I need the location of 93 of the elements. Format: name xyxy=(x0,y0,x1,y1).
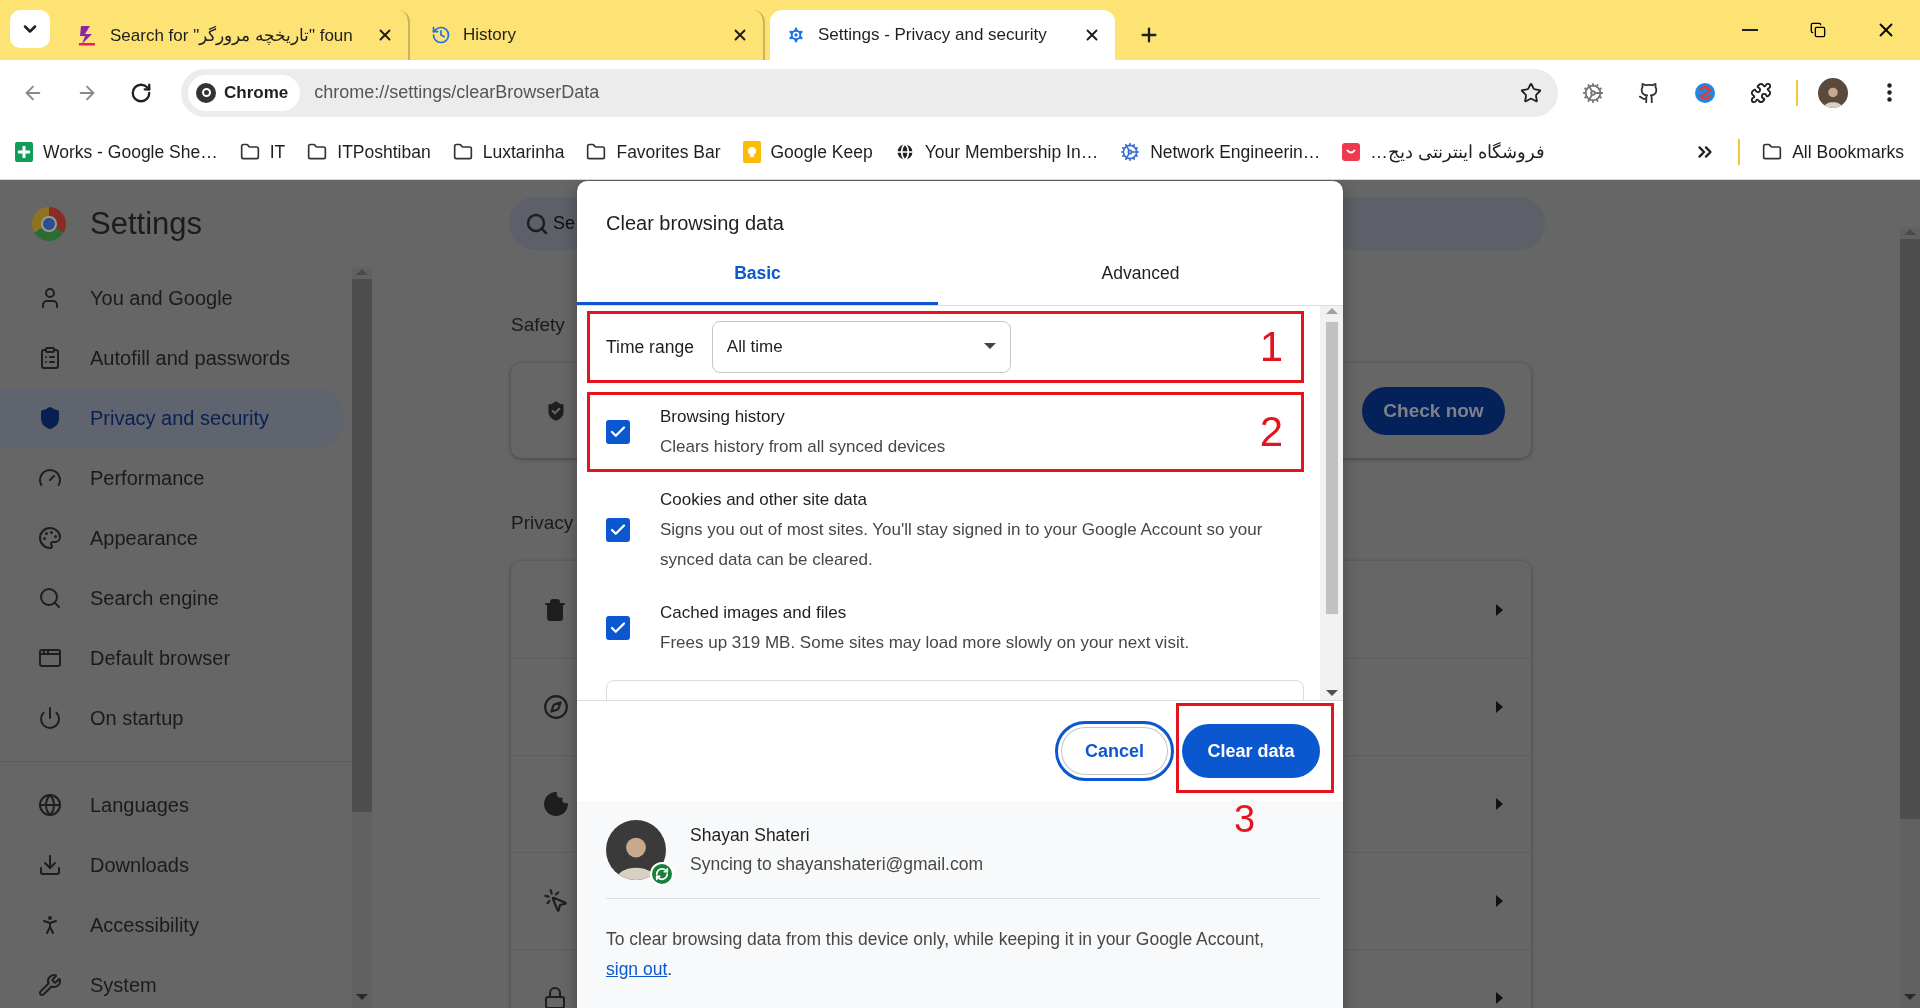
option-title: Cached images and files xyxy=(660,602,848,624)
option-description: Clears history from all synced devices xyxy=(660,436,947,458)
arrow-right-icon xyxy=(1493,992,1505,1004)
bookmark[interactable]: ITPoshtiban xyxy=(307,141,431,163)
reload-icon xyxy=(130,81,152,104)
palette-icon xyxy=(38,526,62,550)
section-heading: Safety xyxy=(511,313,565,337)
checkbox[interactable] xyxy=(606,616,630,640)
star-icon[interactable] xyxy=(1520,81,1542,104)
annotation-number: 2 xyxy=(1259,411,1283,453)
field-label: Time range xyxy=(606,336,694,358)
chrome-logo-icon xyxy=(32,207,66,241)
bookmark[interactable]: IT xyxy=(239,141,286,163)
site-chip[interactable]: Chrome xyxy=(188,74,301,111)
folder-icon xyxy=(239,142,260,162)
bookmark[interactable]: Favorites Bar xyxy=(586,141,721,163)
tab-title: Search for "تاریخچه مرورگر" foun xyxy=(110,24,354,46)
option-title: Cookies and other site data xyxy=(660,489,868,511)
tab-list-button[interactable] xyxy=(10,10,50,48)
url-text: chrome://settings/clearBrowserData xyxy=(314,82,601,103)
checkbox[interactable] xyxy=(606,420,630,444)
section-heading: Privacy xyxy=(511,511,574,535)
arrow-right-icon xyxy=(1493,895,1505,907)
bookmark[interactable]: Network Engineerin… xyxy=(1120,141,1321,163)
search-icon xyxy=(525,211,549,236)
checkbox[interactable] xyxy=(606,518,630,542)
folder-icon xyxy=(452,142,473,162)
globe-icon xyxy=(38,793,62,817)
swirl-logo-icon xyxy=(1694,81,1716,104)
history-icon xyxy=(431,25,451,45)
download-icon xyxy=(38,853,62,877)
annotation-number: 3 xyxy=(1234,800,1256,838)
cancel-button[interactable]: Cancel xyxy=(1055,721,1174,781)
folder-icon xyxy=(586,142,607,162)
bookmark[interactable]: فروشگاه اینترنتی دیج… xyxy=(1342,141,1545,163)
bookmark[interactable]: All Bookmarks xyxy=(1762,141,1904,163)
bookmark[interactable]: Google Keep xyxy=(742,141,873,163)
spreadsheet-icon xyxy=(15,142,33,162)
bookmark[interactable]: Works - Google She… xyxy=(15,141,218,163)
folder-icon xyxy=(307,142,328,162)
time-range-select[interactable]: All time xyxy=(711,321,1011,373)
dialog-title: Clear browsing data xyxy=(605,211,785,236)
scrollbar[interactable] xyxy=(1320,306,1343,700)
footer-note: To clear browsing data from this device only, while keeping it in your Google Account, sign out. xyxy=(606,928,1266,981)
tab-title: History xyxy=(463,25,517,45)
option-description: Frees up 319 MB. Some sites may load more slowly on your next visit. xyxy=(660,632,1191,654)
globe-icon xyxy=(894,142,915,162)
minimize-icon xyxy=(1742,29,1758,31)
settings-icon xyxy=(786,25,806,45)
bookmark[interactable]: Your Membership In… xyxy=(894,141,1099,163)
address-bar[interactable]: Chrome chrome://settings/clearBrowserData xyxy=(181,68,1558,117)
trash-icon xyxy=(543,597,567,622)
bookmark[interactable]: Luxtarinha xyxy=(452,141,565,163)
sync-status: Syncing to shayanshateri@gmail.com xyxy=(690,853,984,876)
account-name: Shayan Shateri xyxy=(690,824,811,847)
folder-icon xyxy=(1762,142,1783,162)
puzzle-icon xyxy=(1750,81,1772,104)
wrench-icon xyxy=(38,973,62,997)
dialog-tab[interactable]: Basic xyxy=(577,237,938,305)
arrow-right-icon xyxy=(1493,603,1505,616)
browser-tab[interactable]: Settings - Privacy and security xyxy=(770,10,1115,60)
compass-icon xyxy=(543,694,569,720)
github-icon xyxy=(1638,81,1660,104)
menu-icon xyxy=(1886,83,1892,102)
arrow-right-icon xyxy=(1493,701,1505,713)
scrollbar[interactable] xyxy=(1900,227,1920,1008)
cursor-click-icon xyxy=(543,888,569,914)
power-icon xyxy=(38,706,62,730)
sign-out-link[interactable]: sign out xyxy=(606,959,668,979)
lock-icon xyxy=(543,986,567,1008)
shield-icon xyxy=(38,406,62,430)
gear-icon xyxy=(1120,142,1141,162)
dialog-tab[interactable]: Advanced xyxy=(938,237,1343,305)
clear-data-button[interactable]: Clear data xyxy=(1182,724,1320,778)
gear-icon xyxy=(1582,81,1604,104)
clipboard-icon xyxy=(38,346,62,370)
arrow-right-icon xyxy=(1493,798,1505,810)
cookie-icon xyxy=(543,791,569,817)
scrollbar[interactable] xyxy=(352,267,372,1008)
lightbulb-note-icon xyxy=(742,141,761,163)
sync-icon xyxy=(655,867,669,881)
tab-title: Settings - Privacy and security xyxy=(818,25,1048,45)
option-description: Signs you out of most sites. You'll stay signed in to your Google Account so your synced data can be cleared. xyxy=(660,519,1264,571)
browser-window-icon xyxy=(38,646,62,670)
chrome-logo-icon xyxy=(196,82,216,103)
check-now-button[interactable]: Check now xyxy=(1362,386,1505,435)
search-icon xyxy=(38,586,62,610)
annotation-number: 1 xyxy=(1259,326,1283,368)
option-title: Browsing history xyxy=(660,406,786,428)
lightning-logo-icon xyxy=(76,24,98,46)
settings-title: Settings xyxy=(90,206,202,242)
restore-icon xyxy=(1810,22,1826,38)
shop-icon xyxy=(1342,143,1361,161)
